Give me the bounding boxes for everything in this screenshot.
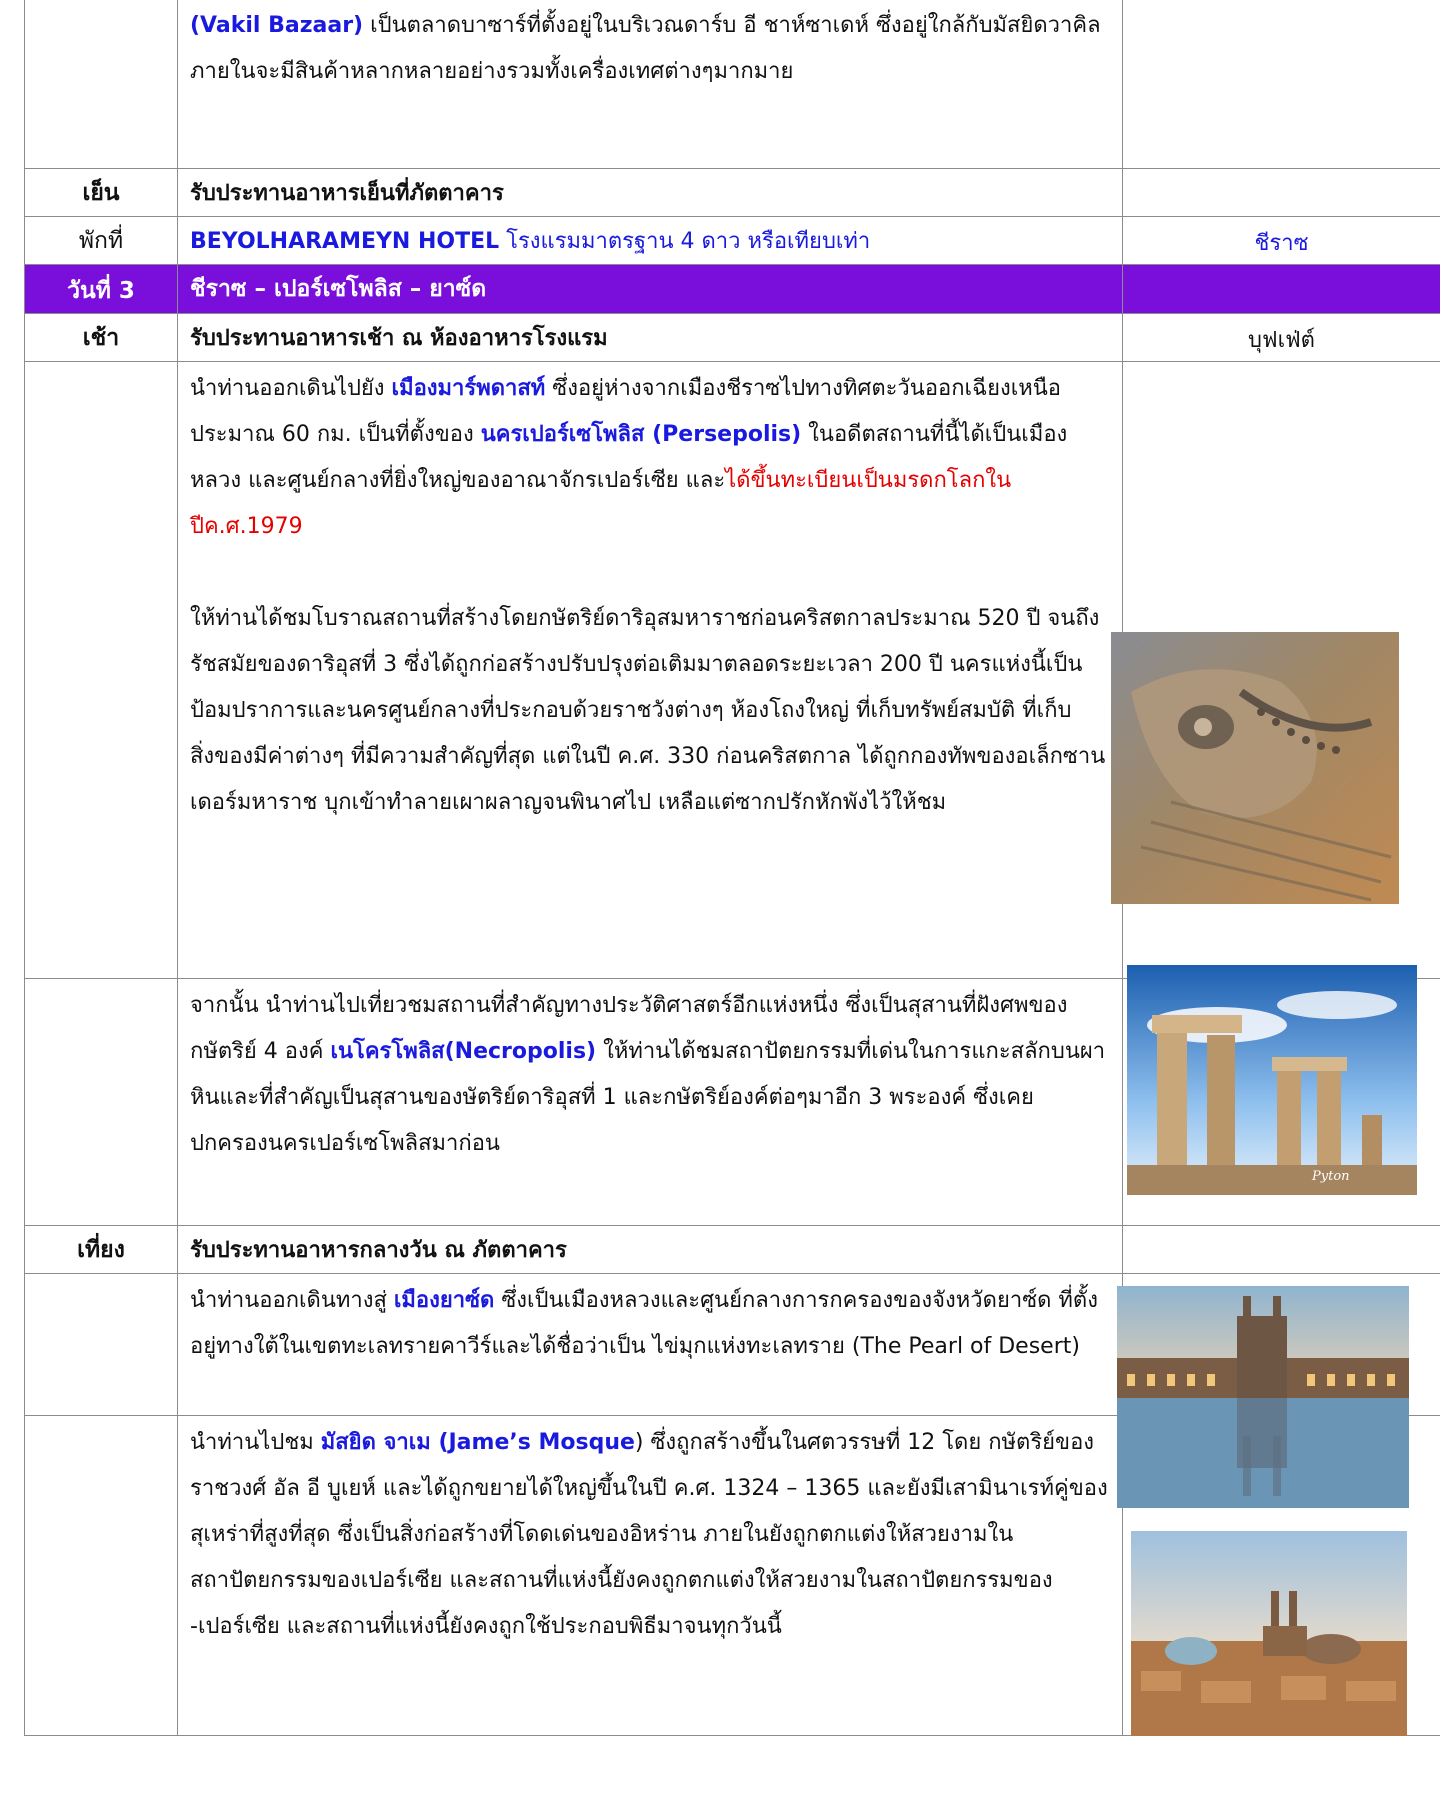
- place-name: เมืองมาร์พดาสท์: [391, 376, 546, 401]
- meal-cell: [1122, 0, 1440, 169]
- place-name: มัสยิด จาเม (Jame’s Mosque: [320, 1430, 635, 1455]
- table-row: นำท่านออกเดินทางสู่ เมืองยาซ์ด ซึ่งเป็นเ…: [24, 1273, 1440, 1508]
- table-row: จากนั้น นำท่านไปเที่ยวชมสถานที่สำคัญทางป…: [24, 965, 1440, 1226]
- itinerary-table: (Vakil Bazaar) เป็นตลาดบาซาร์ที่ตั้งอยู่…: [24, 0, 1440, 1736]
- hotel-city: ชีราซ: [1122, 216, 1440, 265]
- table-row: พักที่ BEYOLHARAMEYN HOTEL โรงแรมมาตรฐาน…: [24, 216, 1440, 265]
- description-cell: นำท่านออกเดินไปยัง เมืองมาร์พดาสท์ ซึ่งอ…: [177, 361, 1123, 979]
- meal-description: รับประทานอาหารเช้า ณ ห้องอาหารโรงแรม: [177, 313, 1123, 362]
- place-name: (Vakil Bazaar): [190, 13, 364, 38]
- meal-type: บุฟเฟ่ต์: [1122, 313, 1440, 362]
- time-label: เย็น: [24, 168, 178, 217]
- hotel-name: BEYOLHARAMEYN HOTEL: [190, 229, 500, 254]
- description-cell: นำท่านไปชม มัสยิด จาเม (Jame’s Mosque) ซ…: [177, 1415, 1123, 1736]
- time-cell: [24, 0, 178, 169]
- time-cell: [24, 361, 178, 979]
- description-text: ) ซึ่งถูกสร้างขึ้นในศตวรรษที่ 12 โดย กษั…: [190, 1430, 1108, 1639]
- day-route: ชีราซ – เปอร์เซโพลิส – ยาซ์ด: [177, 264, 1123, 314]
- hotel-description: BEYOLHARAMEYN HOTEL โรงแรมมาตรฐาน 4 ดาว …: [177, 216, 1123, 265]
- itinerary-page: (Vakil Bazaar) เป็นตลาดบาซาร์ที่ตั้งอยู่…: [0, 0, 1440, 1820]
- meal-cell: [1122, 1225, 1440, 1274]
- yazd-rooftops-photo: [1131, 1531, 1407, 1736]
- hotel-standard: โรงแรมมาตรฐาน 4 ดาว หรือเทียบเท่า: [499, 229, 871, 254]
- meal-description: รับประทานอาหารเย็นที่ภัตตาคาร: [177, 168, 1123, 217]
- time-cell: [24, 978, 178, 1226]
- image-cell: Pyton: [1122, 965, 1440, 1226]
- table-row: เที่ยง รับประทานอาหารกลางวัน ณ ภัตตาคาร: [24, 1225, 1440, 1274]
- table-row: (Vakil Bazaar) เป็นตลาดบาซาร์ที่ตั้งอยู่…: [24, 0, 1440, 169]
- time-cell: [24, 1273, 178, 1416]
- time-label: เช้า: [24, 313, 178, 362]
- description-cell: จากนั้น นำท่านไปเที่ยวชมสถานที่สำคัญทางป…: [177, 978, 1123, 1226]
- description-cell: (Vakil Bazaar) เป็นตลาดบาซาร์ที่ตั้งอยู่…: [177, 0, 1123, 169]
- photo-watermark: Pyton: [1311, 1169, 1350, 1184]
- time-cell: [24, 1415, 178, 1736]
- place-name: เนโครโพลิส(Necropolis): [330, 1039, 597, 1064]
- description-text: นำท่านออกเดินทางสู่: [190, 1288, 394, 1313]
- necropolis-ruins-photo: Pyton: [1127, 965, 1417, 1195]
- description-cell: นำท่านออกเดินทางสู่ เมืองยาซ์ด ซึ่งเป็นเ…: [177, 1273, 1123, 1416]
- day-header-row: วันที่ 3 ชีราซ – เปอร์เซโพลิส – ยาซ์ด: [24, 264, 1440, 314]
- time-label: พักที่: [24, 216, 178, 265]
- table-row: นำท่านออกเดินไปยัง เมืองมาร์พดาสท์ ซึ่งอ…: [24, 361, 1440, 979]
- day-header-blank: [1122, 264, 1440, 314]
- description-paragraph: ให้ท่านได้ชมโบราณสถานที่สร้างโดยกษัตริย์…: [190, 606, 1106, 815]
- day-label: วันที่ 3: [24, 264, 178, 314]
- table-row: เช้า รับประทานอาหารเช้า ณ ห้องอาหารโรงแร…: [24, 313, 1440, 362]
- persepolis-relief-photo: [1111, 632, 1399, 904]
- image-cell: [1111, 361, 1440, 979]
- time-label: เที่ยง: [24, 1225, 178, 1274]
- table-row: เย็น รับประทานอาหารเย็นที่ภัตตาคาร: [24, 168, 1440, 217]
- image-cell: [1122, 1415, 1440, 1736]
- description-text: นำท่านไปชม: [190, 1430, 321, 1455]
- meal-description: รับประทานอาหารกลางวัน ณ ภัตตาคาร: [177, 1225, 1123, 1274]
- place-name: เมืองยาซ์ด: [393, 1288, 495, 1313]
- image-cell: [1117, 1273, 1440, 1508]
- description-text: นำท่านออกเดินไปยัง: [190, 376, 392, 401]
- place-name: นครเปอร์เซโพลิส (Persepolis): [480, 422, 802, 447]
- meal-cell: [1122, 168, 1440, 217]
- table-row: นำท่านไปชม มัสยิด จาเม (Jame’s Mosque) ซ…: [24, 1415, 1440, 1736]
